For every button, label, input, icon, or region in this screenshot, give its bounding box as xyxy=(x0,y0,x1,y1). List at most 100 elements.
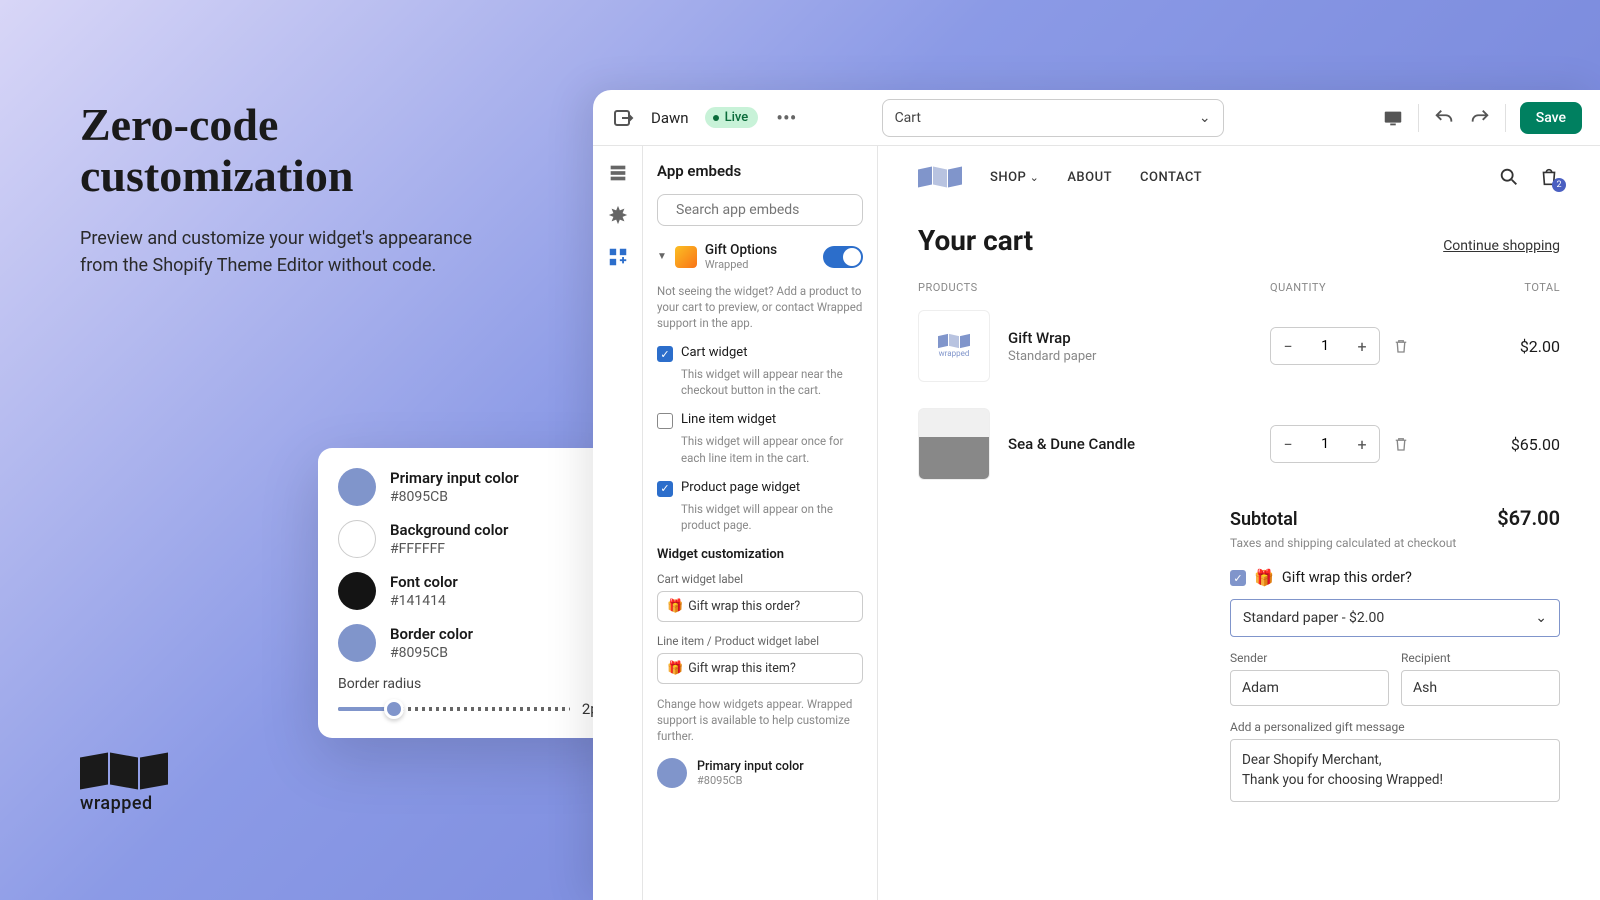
nav-about[interactable]: ABOUT xyxy=(1067,170,1112,185)
line-total: $2.00 xyxy=(1470,337,1560,356)
sidebar-title: App embeds xyxy=(657,162,863,180)
storefront-preview: SHOP ABOUT CONTACT 2 Your cart Continue … xyxy=(878,146,1600,900)
remove-item-icon[interactable] xyxy=(1392,337,1410,355)
product-widget-label: Product page widget xyxy=(681,480,800,495)
store-search-icon[interactable] xyxy=(1498,166,1520,188)
chevron-down-icon: ⌄ xyxy=(1199,110,1211,126)
theme-editor-window: Dawn Live ••• Cart ⌄ Save App embeds xyxy=(593,90,1600,900)
theme-name: Dawn xyxy=(651,109,689,127)
color-swatch-card: Primary input color #8095CB Background c… xyxy=(318,448,626,738)
product-name[interactable]: Sea & Dune Candle xyxy=(1008,435,1270,453)
page-selector-value: Cart xyxy=(895,110,921,126)
line-widget-desc: This widget will appear once for each li… xyxy=(681,433,863,465)
product-widget-checkbox[interactable]: ✓ xyxy=(657,481,673,497)
hero-subtitle: Preview and customize your widget's appe… xyxy=(80,225,500,279)
exit-editor-icon[interactable] xyxy=(611,106,635,130)
subtotal-amount: $67.00 xyxy=(1497,506,1560,530)
giftwrap-select[interactable]: Standard paper - $2.00 ⌄ xyxy=(1230,599,1560,637)
primary-color-swatch[interactable] xyxy=(338,468,376,506)
giftwrap-checkbox[interactable]: ✓ xyxy=(1230,570,1246,586)
font-color-label: Font color xyxy=(390,573,458,591)
qty-value[interactable]: 1 xyxy=(1305,328,1345,364)
subtotal-label: Subtotal xyxy=(1230,509,1298,530)
cart-label-field[interactable]: 🎁Gift wrap this order? xyxy=(657,591,863,622)
subtotal-section: Subtotal $67.00 Taxes and shipping calcu… xyxy=(1230,506,1560,802)
line-widget-checkbox[interactable] xyxy=(657,413,673,429)
background-color-label: Background color xyxy=(390,521,508,539)
embed-name: Gift Options xyxy=(705,242,777,258)
embed-toggle[interactable] xyxy=(823,246,863,268)
sidebar-primary-color-swatch[interactable] xyxy=(657,758,687,788)
background-color-value: #FFFFFF xyxy=(390,541,508,557)
product-image[interactable]: wrapped xyxy=(918,310,990,382)
redo-icon[interactable] xyxy=(1469,107,1491,129)
sender-label: Sender xyxy=(1230,651,1389,665)
qty-value[interactable]: 1 xyxy=(1305,426,1345,462)
background-color-swatch[interactable] xyxy=(338,520,376,558)
line-label-field[interactable]: 🎁Gift wrap this item? xyxy=(657,653,863,684)
page-selector[interactable]: Cart ⌄ xyxy=(882,99,1224,137)
line-label-field-label: Line item / Product widget label xyxy=(657,634,863,648)
hero-title: Zero-code customization xyxy=(80,100,500,201)
font-color-swatch[interactable] xyxy=(338,572,376,610)
cart-title: Your cart xyxy=(918,224,1033,257)
message-label: Add a personalized gift message xyxy=(1230,720,1560,734)
editor-sidebar: App embeds ▼ Gift Options Wrapped Not se… xyxy=(643,146,878,900)
wrapped-logo-icon xyxy=(80,755,168,787)
remove-item-icon[interactable] xyxy=(1392,435,1410,453)
col-total: TOTAL xyxy=(1470,281,1560,294)
col-products: PRODUCTS xyxy=(918,281,1270,294)
theme-settings-icon[interactable] xyxy=(607,204,629,226)
brand-name: wrapped xyxy=(80,793,168,814)
recipient-input[interactable] xyxy=(1401,670,1560,706)
radius-slider-thumb[interactable] xyxy=(384,699,404,719)
qty-decrease-button[interactable]: − xyxy=(1271,426,1305,462)
chevron-down-icon: ⌄ xyxy=(1535,610,1547,626)
radius-slider[interactable] xyxy=(338,707,570,711)
search-embeds-field[interactable] xyxy=(657,194,863,226)
app-embeds-icon[interactable] xyxy=(607,246,629,268)
expand-embed-icon[interactable]: ▼ xyxy=(657,251,667,262)
line-widget-label: Line item widget xyxy=(681,412,776,427)
nav-contact[interactable]: CONTACT xyxy=(1140,170,1202,185)
cart-widget-checkbox[interactable]: ✓ xyxy=(657,346,673,362)
continue-shopping-link[interactable]: Continue shopping xyxy=(1443,238,1560,254)
primary-color-value: #8095CB xyxy=(390,489,519,505)
primary-color-label: Primary input color xyxy=(390,469,519,487)
cart-label-field-label: Cart widget label xyxy=(657,572,863,586)
sidebar-primary-color-value: #8095CB xyxy=(697,774,804,787)
undo-icon[interactable] xyxy=(1433,107,1455,129)
cart-bag-icon[interactable]: 2 xyxy=(1538,166,1560,188)
product-name[interactable]: Gift Wrap xyxy=(1008,329,1270,347)
gift-options-app-icon xyxy=(675,246,697,268)
product-variant: Standard paper xyxy=(1008,349,1270,364)
sidebar-primary-color-label: Primary input color xyxy=(697,759,804,774)
border-color-swatch[interactable] xyxy=(338,624,376,662)
sender-input[interactable] xyxy=(1230,670,1389,706)
search-embeds-input[interactable] xyxy=(676,202,854,218)
gift-icon: 🎁 xyxy=(1254,568,1274,587)
store-logo-icon[interactable] xyxy=(918,168,962,186)
qty-increase-button[interactable]: + xyxy=(1345,426,1379,462)
border-color-value: #8095CB xyxy=(390,645,473,661)
nav-shop[interactable]: SHOP xyxy=(990,170,1039,185)
product-image[interactable] xyxy=(918,408,990,480)
brand-mark: wrapped xyxy=(80,755,168,814)
widget-help-text: Not seeing the widget? Add a product to … xyxy=(657,283,863,331)
giftwrap-label: Gift wrap this order? xyxy=(1282,569,1412,586)
live-status-badge: Live xyxy=(705,107,759,128)
recipient-label: Recipient xyxy=(1401,651,1560,665)
desktop-view-icon[interactable] xyxy=(1382,107,1404,129)
cart-line-item: wrapped Gift Wrap Standard paper − 1 + xyxy=(918,310,1560,382)
sections-icon[interactable] xyxy=(607,162,629,184)
more-menu-icon[interactable]: ••• xyxy=(776,106,796,130)
qty-decrease-button[interactable]: − xyxy=(1271,328,1305,364)
gift-message-textarea[interactable]: Dear Shopify Merchant, Thank you for cho… xyxy=(1230,739,1560,802)
giftwrap-option: Standard paper - $2.00 xyxy=(1243,610,1384,626)
qty-increase-button[interactable]: + xyxy=(1345,328,1379,364)
product-widget-desc: This widget will appear on the product p… xyxy=(681,501,863,533)
border-radius-label: Border radius xyxy=(338,676,606,692)
editor-topbar: Dawn Live ••• Cart ⌄ Save xyxy=(593,90,1600,146)
line-total: $65.00 xyxy=(1470,435,1560,454)
save-button[interactable]: Save xyxy=(1520,102,1582,134)
